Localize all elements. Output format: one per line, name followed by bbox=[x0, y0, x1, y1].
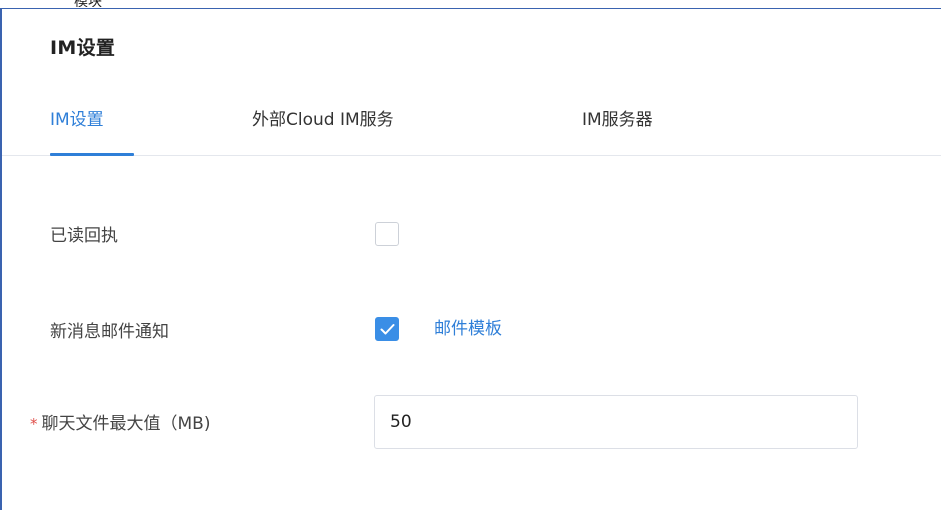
new-message-email-label: 新消息邮件通知 bbox=[50, 322, 169, 342]
page-title: IM设置 bbox=[50, 37, 116, 59]
tab-im-settings[interactable]: IM设置 bbox=[50, 105, 134, 156]
max-file-size-input[interactable]: 50 bbox=[374, 395, 858, 449]
max-file-size-value: 50 bbox=[390, 412, 412, 432]
tab-im-server-label: IM服务器 bbox=[582, 110, 653, 130]
check-icon bbox=[380, 324, 395, 335]
max-file-size-label: 聊天文件最大值（MB) bbox=[41, 414, 211, 434]
required-mark: * bbox=[30, 415, 38, 433]
tab-external-cloud-im-label: 外部Cloud IM服务 bbox=[252, 110, 394, 130]
read-receipt-checkbox[interactable] bbox=[375, 222, 399, 246]
max-file-size-label-row: * 聊天文件最大值（MB) bbox=[30, 409, 210, 434]
clipped-header-text: 模块 bbox=[74, 0, 134, 7]
im-settings-panel: 模块 IM设置 IM设置 外部Cloud IM服务 IM服务器 已读回执 新消息… bbox=[0, 0, 941, 510]
email-template-link[interactable]: 邮件模板 bbox=[434, 314, 502, 339]
tab-bar: IM设置 外部Cloud IM服务 IM服务器 bbox=[2, 105, 941, 156]
tab-im-settings-label: IM设置 bbox=[50, 110, 104, 130]
clipped-header-label: 模块 bbox=[74, 0, 134, 7]
read-receipt-label: 已读回执 bbox=[50, 226, 118, 246]
tab-im-server[interactable]: IM服务器 bbox=[582, 105, 653, 155]
tab-external-cloud-im[interactable]: 外部Cloud IM服务 bbox=[252, 105, 394, 155]
new-message-email-checkbox[interactable] bbox=[375, 317, 399, 341]
active-tab-indicator bbox=[50, 153, 134, 156]
